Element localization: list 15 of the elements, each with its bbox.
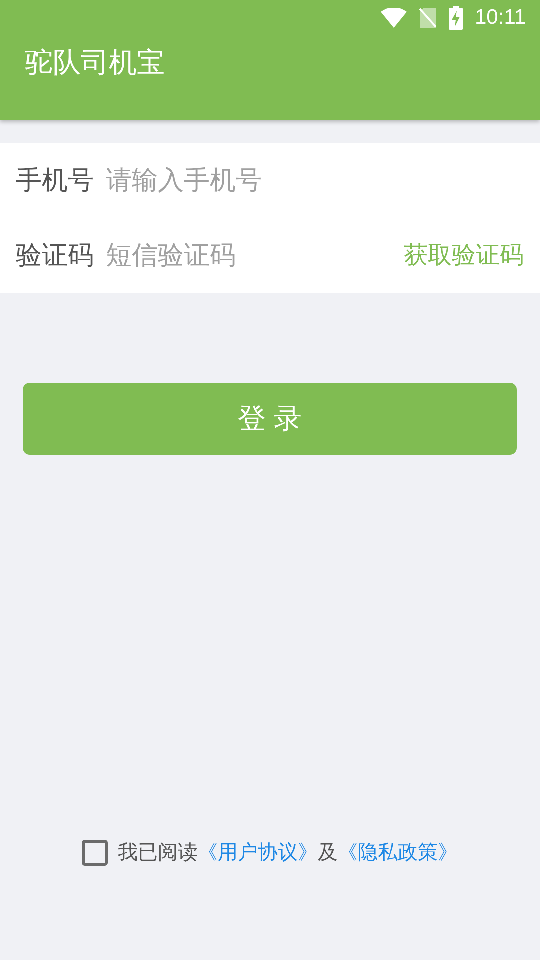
no-sim-icon [419,7,437,29]
status-time: 10:11 [475,5,526,32]
input-field[interactable]: 短信验证码 [106,236,404,275]
get-code-button[interactable]: 获取验证码 [404,238,524,274]
field-label: 手机号 [16,164,94,197]
agreement-link[interactable]: 《用户协议》 [198,842,318,864]
app-title: 驼队司机宝 [25,46,165,80]
wifi-icon [381,8,407,28]
login-button[interactable]: 登 录 [23,383,517,455]
agreement-text: 我已阅读《用户协议》及《隐私政策》 [118,841,458,866]
input-field[interactable]: 请输入手机号 [106,161,524,200]
agreement-checkbox[interactable] [82,840,108,866]
battery-charging-icon [449,6,463,30]
agreement-link[interactable]: 《隐私政策》 [338,842,458,864]
field-label: 验证码 [16,239,94,272]
